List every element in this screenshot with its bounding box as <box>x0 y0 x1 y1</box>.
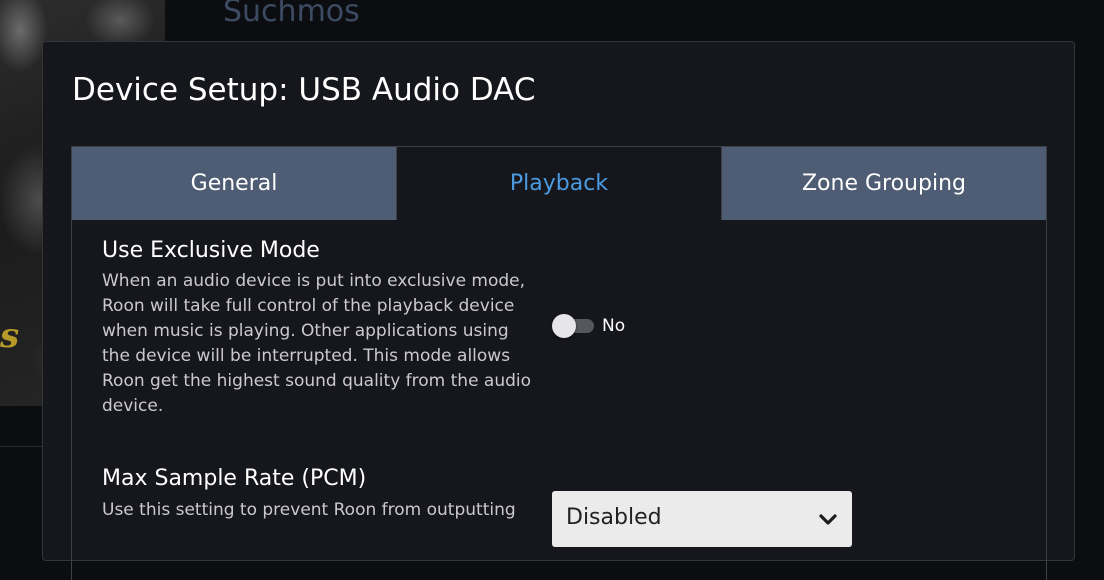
select-value: Disabled <box>566 505 662 530</box>
max-sample-rate-title: Max Sample Rate (PCM) <box>102 466 367 491</box>
album-art-text: s <box>0 316 19 356</box>
tab-bar: General Playback Zone Grouping <box>71 146 1047 220</box>
max-sample-rate-description: Use this setting to prevent Roon from ou… <box>102 500 516 520</box>
tab-playback[interactable]: Playback <box>396 147 722 220</box>
dialog-title: Device Setup: USB Audio DAC <box>72 72 536 108</box>
artist-name[interactable]: Suchmos <box>223 0 360 29</box>
toggle-knob[interactable] <box>552 314 576 338</box>
chevron-down-icon <box>819 514 837 525</box>
toggle-label: No <box>602 316 626 336</box>
playback-settings-panel: Use Exclusive Mode When an audio device … <box>71 220 1047 580</box>
device-setup-dialog: Device Setup: USB Audio DAC General Play… <box>42 41 1075 580</box>
exclusive-mode-toggle[interactable]: No <box>552 314 626 338</box>
max-sample-rate-select[interactable]: Disabled <box>552 491 852 547</box>
tab-zone-grouping[interactable]: Zone Grouping <box>722 147 1046 220</box>
exclusive-mode-title: Use Exclusive Mode <box>102 238 320 263</box>
toggle-track[interactable] <box>552 314 594 338</box>
exclusive-mode-description: When an audio device is put into exclusi… <box>102 271 532 416</box>
tab-general[interactable]: General <box>72 147 396 220</box>
